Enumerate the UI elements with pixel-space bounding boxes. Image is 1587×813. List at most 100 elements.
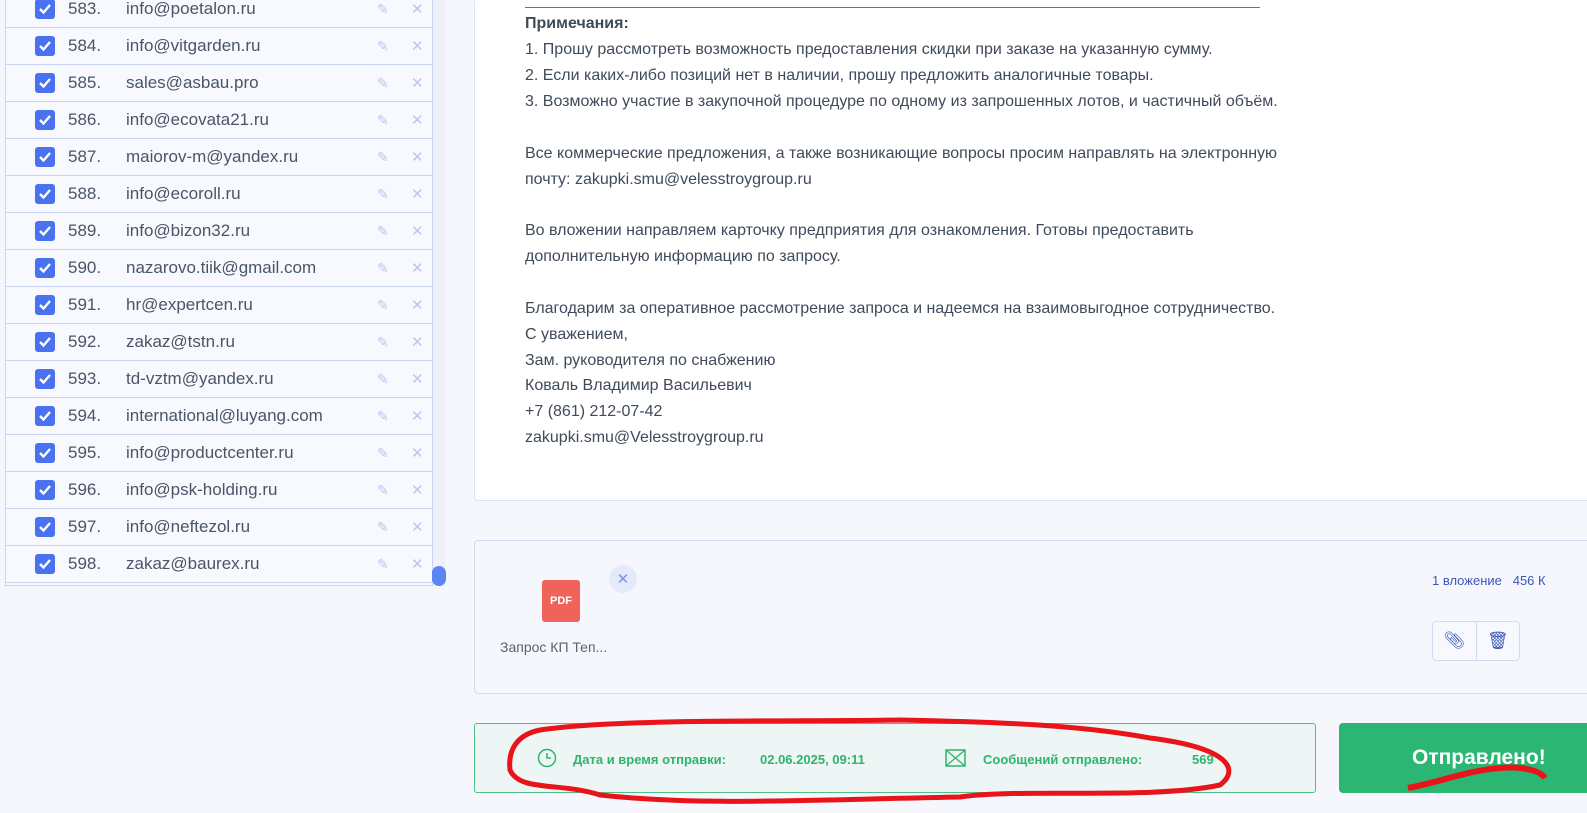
- clock-icon: [537, 748, 557, 768]
- close-icon[interactable]: ✕: [411, 296, 424, 314]
- message-line: zakupki.smu@Velesstroygroup.ru: [525, 429, 764, 446]
- pencil-icon[interactable]: ✎: [377, 556, 389, 573]
- recipient-list: 583. info@poetalon.ru ✎ ✕ 584. info@vitg…: [5, 0, 433, 586]
- sent-count-value: 569: [1192, 752, 1214, 767]
- recipient-checkbox[interactable]: [35, 332, 55, 352]
- recipient-number: 592.: [68, 332, 102, 351]
- pencil-icon[interactable]: ✎: [377, 371, 389, 388]
- recipient-email: hr@expertcen.ru: [126, 295, 253, 314]
- close-icon[interactable]: ✕: [411, 333, 424, 351]
- message-line: дополнительную информацию по запросу.: [525, 248, 841, 265]
- recipient-email: zakaz@tstn.ru: [126, 332, 235, 351]
- pencil-icon[interactable]: ✎: [377, 1, 389, 18]
- close-icon[interactable]: ✕: [411, 259, 424, 277]
- message-line: 1. Прошу рассмотреть возможность предост…: [525, 41, 1213, 58]
- date-value: 02.06.2025, 09:11: [760, 752, 865, 767]
- recipient-row: 597. info@neftezol.ru ✎ ✕: [6, 509, 433, 546]
- recipient-checkbox[interactable]: [35, 554, 55, 574]
- close-icon[interactable]: ✕: [411, 370, 424, 388]
- pencil-icon[interactable]: ✎: [377, 186, 389, 203]
- send-status: Дата и время отправки: 02.06.2025, 09:11…: [474, 723, 1316, 793]
- attachment-size: 456 К: [1512, 573, 1546, 588]
- sent-button[interactable]: Отправлено!: [1339, 723, 1587, 793]
- scrollbar-thumb[interactable]: [432, 566, 446, 586]
- recipient-checkbox[interactable]: [35, 443, 55, 463]
- recipient-number: 591.: [68, 295, 102, 314]
- recipient-checkbox[interactable]: [35, 295, 55, 315]
- pencil-icon[interactable]: ✎: [377, 408, 389, 425]
- pencil-icon[interactable]: ✎: [377, 149, 389, 166]
- recipient-checkbox[interactable]: [35, 221, 55, 241]
- pencil-icon[interactable]: ✎: [377, 38, 389, 55]
- recipient-row: 594. international@luyang.com ✎ ✕: [6, 398, 433, 435]
- recipient-email: info@psk-holding.ru: [126, 480, 278, 499]
- pencil-icon[interactable]: ✎: [377, 260, 389, 277]
- pencil-icon[interactable]: ✎: [377, 75, 389, 92]
- recipient-number: 584.: [68, 36, 102, 55]
- close-icon[interactable]: ✕: [411, 74, 424, 92]
- close-icon[interactable]: ✕: [411, 444, 424, 462]
- recipient-row: 592. zakaz@tstn.ru ✎ ✕: [6, 324, 433, 361]
- attachments-panel: PDF ✕ Запрос КП Теп... 1 вложение 456 К …: [474, 540, 1587, 694]
- remove-attachment-button[interactable]: ✕: [609, 565, 637, 593]
- date-label: Дата и время отправки:: [573, 752, 726, 767]
- recipient-email: maiorov-m@yandex.ru: [126, 147, 299, 166]
- message-line: Примечания:: [525, 15, 629, 32]
- recipient-number: 586.: [68, 110, 102, 129]
- close-icon[interactable]: ✕: [411, 222, 424, 240]
- recipient-email: info@poetalon.ru: [126, 0, 256, 18]
- message-line: почту: zakupki.smu@velesstroygroup.ru: [525, 171, 812, 188]
- recipient-number: 597.: [68, 517, 102, 536]
- attachment-actions: 📎︎ 🗑︎: [1432, 621, 1520, 661]
- recipient-checkbox[interactable]: [35, 73, 55, 93]
- recipient-row: 586. info@ecovata21.ru ✎ ✕: [6, 102, 433, 139]
- scrollbar-track[interactable]: [433, 0, 445, 586]
- close-icon[interactable]: ✕: [411, 148, 424, 166]
- message-line: С уважением,: [525, 326, 628, 343]
- pencil-icon[interactable]: ✎: [377, 519, 389, 536]
- recipient-checkbox[interactable]: [35, 147, 55, 167]
- message-line: Коваль Владимир Васильевич: [525, 377, 752, 394]
- pdf-file-icon: PDF: [542, 580, 580, 622]
- close-icon[interactable]: ✕: [411, 555, 424, 573]
- recipient-checkbox[interactable]: [35, 258, 55, 278]
- pencil-icon[interactable]: ✎: [377, 112, 389, 129]
- attachment-count: 1 вложение 456 К: [1432, 573, 1546, 588]
- recipient-number: 588.: [68, 184, 102, 203]
- recipient-checkbox[interactable]: [35, 406, 55, 426]
- recipient-checkbox[interactable]: [35, 369, 55, 389]
- recipient-number: 593.: [68, 369, 102, 388]
- recipient-checkbox[interactable]: [35, 110, 55, 130]
- recipient-checkbox[interactable]: [35, 517, 55, 537]
- close-icon[interactable]: ✕: [411, 111, 424, 129]
- recipient-email: info@ecovata21.ru: [126, 110, 269, 129]
- close-icon[interactable]: ✕: [411, 37, 424, 55]
- recipient-number: 590.: [68, 258, 102, 277]
- close-icon[interactable]: ✕: [411, 481, 424, 499]
- recipient-row: 596. info@psk-holding.ru ✎ ✕: [6, 472, 433, 509]
- recipient-checkbox[interactable]: [35, 0, 55, 19]
- recipient-email: info@bizon32.ru: [126, 221, 251, 240]
- recipient-checkbox[interactable]: [35, 480, 55, 500]
- pencil-icon[interactable]: ✎: [377, 334, 389, 351]
- close-icon[interactable]: ✕: [411, 407, 424, 425]
- pencil-icon[interactable]: ✎: [377, 223, 389, 240]
- close-icon[interactable]: ✕: [411, 185, 424, 203]
- message-body[interactable]: Примечания: 1. Прошу рассмотреть возможно…: [474, 0, 1587, 501]
- recipient-checkbox[interactable]: [35, 36, 55, 56]
- close-icon[interactable]: ✕: [411, 0, 424, 18]
- recipient-row: 595. info@productcenter.ru ✎ ✕: [6, 435, 433, 472]
- recipient-email: info@ecoroll.ru: [126, 184, 241, 203]
- pencil-icon[interactable]: ✎: [377, 482, 389, 499]
- recipient-checkbox[interactable]: [35, 184, 55, 204]
- recipient-number: 598.: [68, 554, 102, 573]
- recipient-row: 588. info@ecoroll.ru ✎ ✕: [6, 176, 433, 213]
- pencil-icon[interactable]: ✎: [377, 445, 389, 462]
- recipient-row: 585. sales@asbau.pro ✎ ✕: [6, 65, 433, 102]
- recipient-email: international@luyang.com: [126, 406, 323, 425]
- pencil-icon[interactable]: ✎: [377, 297, 389, 314]
- recipient-email: zakaz@baurex.ru: [126, 554, 260, 573]
- trash-icon[interactable]: 🗑︎: [1475, 622, 1520, 660]
- close-icon[interactable]: ✕: [411, 518, 424, 536]
- paperclip-icon[interactable]: 📎︎: [1433, 622, 1476, 660]
